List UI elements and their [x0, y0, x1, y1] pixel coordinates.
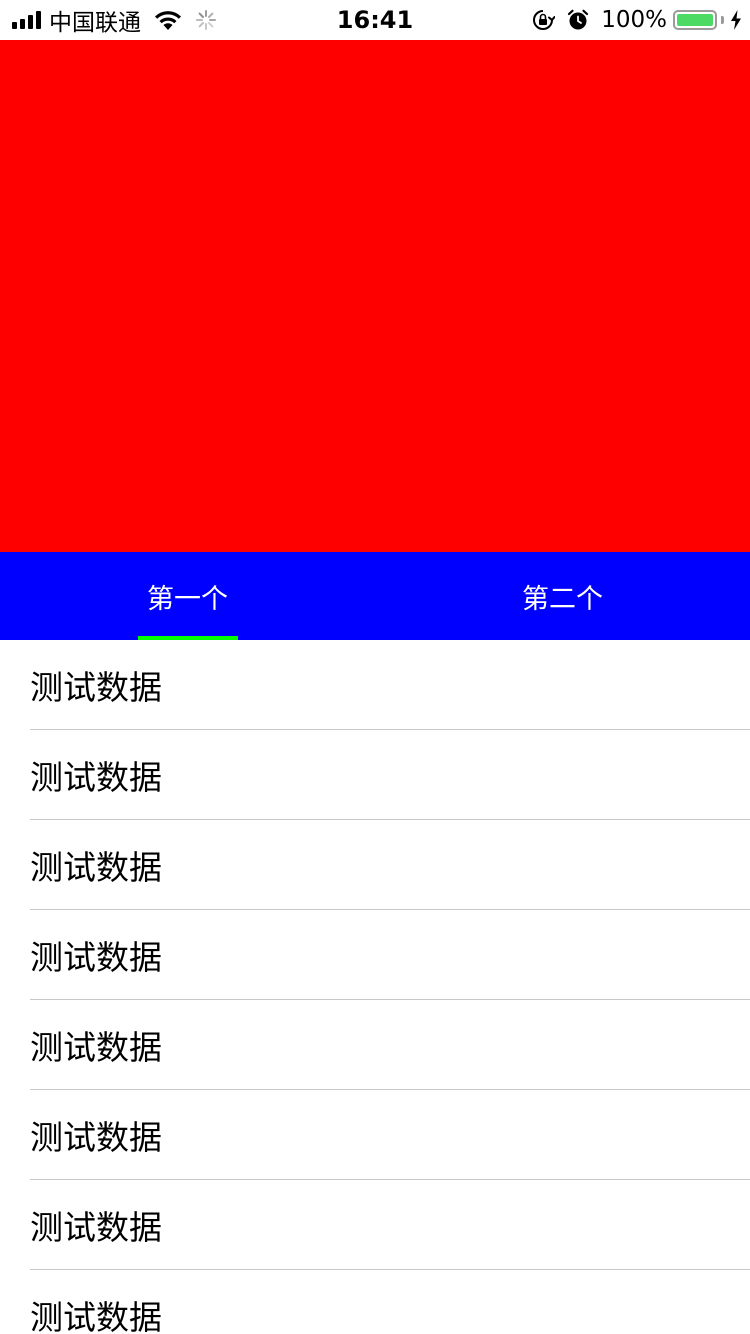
list-item-label: 测试数据 [30, 1208, 162, 1247]
list-item[interactable]: 测试数据 [0, 640, 750, 730]
list-item[interactable]: 测试数据 [0, 820, 750, 910]
list-item-label: 测试数据 [30, 1028, 162, 1067]
tab-second[interactable]: 第二个 [375, 552, 750, 640]
tab-label: 第二个 [522, 583, 603, 615]
tab-first[interactable]: 第一个 [0, 552, 375, 640]
list-item[interactable]: 测试数据 [0, 910, 750, 1000]
list-item-label: 测试数据 [30, 938, 162, 977]
data-list[interactable]: 测试数据 测试数据 测试数据 测试数据 测试数据 测试数据 测试数据 测试数据 [0, 640, 750, 1334]
list-item[interactable]: 测试数据 [0, 1180, 750, 1270]
charging-bolt-icon [731, 10, 741, 30]
tab-bar: 第一个 第二个 [0, 552, 750, 640]
status-bar-right: 100% [531, 0, 742, 40]
battery-nub [721, 16, 724, 24]
list-item-label: 测试数据 [30, 668, 162, 707]
list-item-label: 测试数据 [30, 758, 162, 797]
header-banner [0, 40, 750, 552]
tab-label: 第一个 [147, 583, 228, 615]
rotation-lock-icon [533, 10, 556, 30]
list-item[interactable]: 测试数据 [0, 1270, 750, 1334]
status-bar: 中国联通 16:41 100% [0, 0, 750, 40]
list-item-label: 测试数据 [30, 848, 162, 887]
battery-percentage: 100% [601, 7, 667, 33]
list-item[interactable]: 测试数据 [0, 730, 750, 820]
list-item-label: 测试数据 [30, 1118, 162, 1157]
list-item[interactable]: 测试数据 [0, 1090, 750, 1180]
list-item[interactable]: 测试数据 [0, 1000, 750, 1090]
battery-level [677, 14, 713, 26]
list-item-label: 测试数据 [30, 1298, 162, 1334]
alarm-clock-icon [568, 9, 589, 30]
battery-icon [673, 10, 717, 30]
